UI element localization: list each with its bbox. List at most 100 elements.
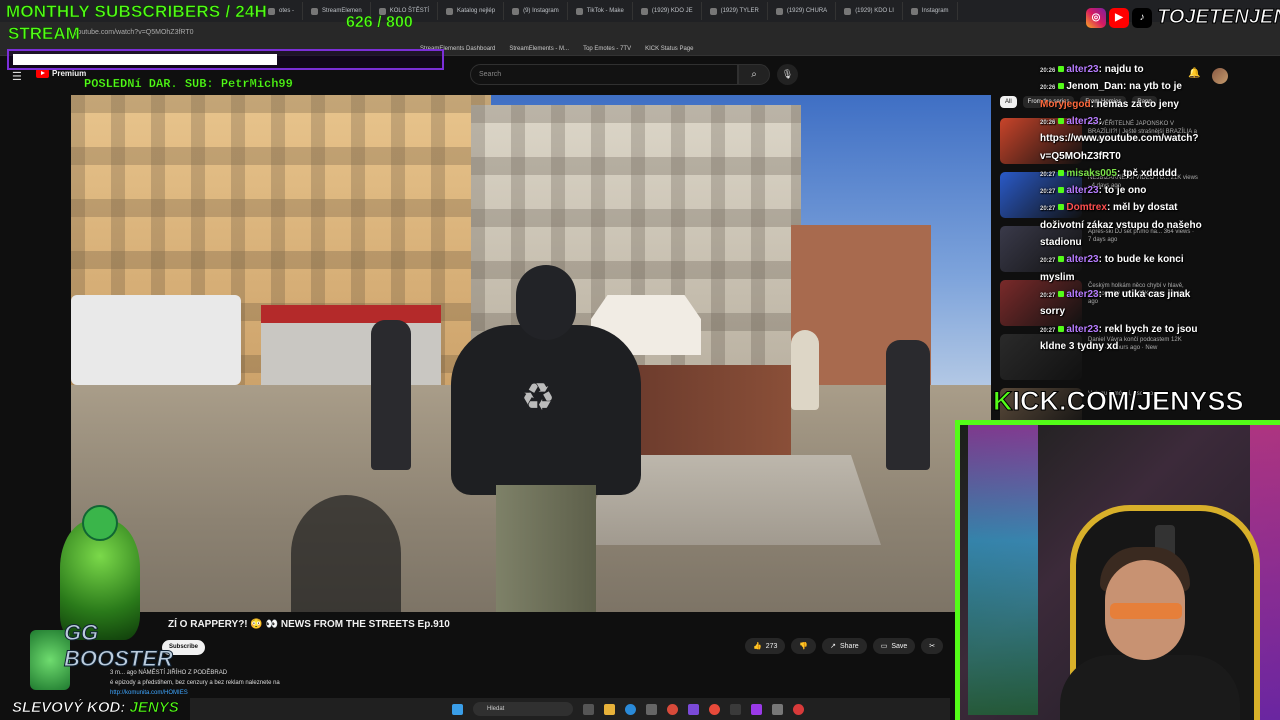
discord-icon[interactable] <box>688 703 699 715</box>
chat-message: Moryjegod: nemas za co jeny <box>1040 99 1280 111</box>
video-description[interactable]: 3 m... ago NÁMĚSTÍ JIŘÍHO Z PODĚBRAD é e… <box>110 668 510 698</box>
bookmark-item[interactable]: StreamElements - M... <box>509 46 569 52</box>
edge-icon[interactable] <box>625 703 636 715</box>
browser-tab-label: (1929) KDO JE <box>651 8 693 14</box>
video-bystander <box>791 330 819 410</box>
share-button[interactable]: ↗ Share <box>822 638 867 654</box>
video-actions: 👍 273 👎 ↗ Share ▭ Save ✂ <box>745 638 944 654</box>
chat-message: 20:26 alter23: <box>1040 116 1280 129</box>
video-food-truck <box>261 305 441 385</box>
app-icon[interactable] <box>751 703 762 715</box>
chat-text: : nemas za co jeny <box>1090 98 1179 110</box>
app-icon[interactable] <box>772 703 783 715</box>
browser-tab[interactable]: Katalog nejlép <box>438 2 505 20</box>
chat-text: sorry <box>1040 306 1066 318</box>
chat-message: 20:27 Domtrex: měl by dostat <box>1040 202 1280 215</box>
discount-code-banner: SLEVOVÝ KOD: JENYS <box>12 699 179 717</box>
filter-chip[interactable]: All <box>1000 96 1017 108</box>
task-view-icon[interactable] <box>583 703 594 715</box>
chat-text: myslim <box>1040 271 1075 283</box>
youtube-logo-label: Premium <box>52 69 87 78</box>
browser-tab[interactable]: Instagram <box>903 2 958 20</box>
youtube-icon <box>709 7 717 15</box>
like-button[interactable]: 👍 273 <box>745 638 786 654</box>
browser-tab[interactable]: (1929) KDO JE <box>633 2 702 20</box>
microphone-icon: 🎙 <box>781 69 794 79</box>
chat-text: v=Q5MOhZ3fRT0 <box>1040 150 1121 162</box>
browser-tab-label: (1929) KDO LI <box>855 8 894 14</box>
menu-icon[interactable]: ☰ <box>12 70 22 83</box>
tiktok-icon: ♪ <box>1132 7 1152 28</box>
browser-tab[interactable]: (1929) KDO LI <box>836 2 903 20</box>
voice-search-button[interactable]: 🎙 <box>777 64 798 85</box>
app-icon[interactable] <box>646 703 657 715</box>
dislike-button[interactable]: 👎 <box>791 638 817 654</box>
search-icon: ⌕ <box>751 69 757 80</box>
sub-goal-subtitle: STREAM <box>8 24 80 44</box>
youtube-logo[interactable]: Premium <box>36 69 86 78</box>
clip-button[interactable]: ✂ <box>921 638 944 654</box>
browser-tab-label: (1929) CHURA <box>786 8 828 14</box>
chat-timestamp: 20:27 <box>1040 206 1056 213</box>
app-icon[interactable] <box>730 703 741 715</box>
app-icon[interactable] <box>709 703 720 715</box>
chrome-icon[interactable] <box>667 703 678 715</box>
bookmark-item[interactable]: Top Emotes - 7TV <box>583 46 631 52</box>
video-bystander <box>886 340 930 470</box>
chat-text: : najdu to <box>1098 64 1144 75</box>
browser-tab[interactable]: (9) Instagram <box>504 2 568 20</box>
instagram-icon <box>910 7 918 15</box>
chat-badge-icon <box>1058 187 1065 194</box>
chat-username: alter23 <box>1066 288 1099 300</box>
chat-message: stadionu <box>1040 237 1280 249</box>
taskbar-search[interactable]: Hledat <box>473 702 573 716</box>
bookmark-item[interactable]: KICK Status Page <box>645 46 693 52</box>
browser-tab-label: TikTok - Make <box>586 8 624 14</box>
social-handle: TOJETENJENYS <box>1156 6 1280 29</box>
save-button[interactable]: ▭ Save <box>872 638 916 654</box>
browser-tab[interactable]: (1929) CHURA <box>768 2 837 20</box>
chat-username: alter23 <box>1066 254 1099 266</box>
search-input[interactable]: Search <box>470 64 738 85</box>
chat-text: : na ytb to je <box>1123 81 1182 93</box>
windows-taskbar: Hledat <box>190 698 950 720</box>
video-player[interactable]: ♻ <box>71 95 991 612</box>
sub-goal-progress-bar <box>7 49 444 70</box>
sub-goal-progress-fill <box>13 54 278 65</box>
youtube-icon <box>844 7 852 15</box>
chat-badge-icon <box>1058 290 1065 297</box>
chat-badge-icon <box>1058 169 1065 176</box>
description-link[interactable]: http://komunita.com/HOMIES <box>110 688 510 698</box>
recommendation-thumbnail[interactable] <box>1000 280 1082 326</box>
app-icon[interactable] <box>793 703 804 715</box>
file-explorer-icon[interactable] <box>604 703 615 715</box>
orange-glasses <box>1110 603 1182 619</box>
chat-badge-icon <box>1058 66 1065 72</box>
chat-message: 20:27 alter23: to je ono <box>1040 185 1280 198</box>
chat-text: : měl by dostat <box>1106 202 1178 214</box>
browser-tab[interactable]: (1929) TYLER <box>702 2 768 20</box>
chat-message: 20:27 alter23: me utika cas jinak <box>1040 289 1280 302</box>
chat-message: https://www.youtube.com/watch? <box>1040 133 1280 145</box>
chat-username: alter23 <box>1066 323 1099 335</box>
browser-tab[interactable]: TikTok - Make <box>568 2 633 20</box>
sponsor-mascot: GG BOOSTER <box>30 500 173 695</box>
chat-text: kldne 3 tydny xd <box>1040 340 1119 352</box>
discount-code-label: SLEVOVÝ KOD: <box>12 699 130 717</box>
url-text[interactable]: youtube.com/watch?v=Q5MOhZ3fRT0 <box>74 29 194 36</box>
video-monument <box>621 365 791 465</box>
search-button[interactable]: ⌕ <box>738 64 770 85</box>
youtube-icon <box>775 7 783 15</box>
chat-badge-icon <box>1058 83 1065 90</box>
chat-message: sorry <box>1040 306 1280 318</box>
sub-goal-counter: 626 / 800 <box>346 14 413 32</box>
chat-timestamp: 20:27 <box>1040 258 1056 265</box>
save-label: Save <box>891 642 908 650</box>
thumbs-down-icon: 👎 <box>799 643 809 650</box>
thumbs-up-icon: 👍 <box>753 643 762 650</box>
windows-start-icon[interactable] <box>452 703 463 715</box>
chat-username: alter23 <box>1066 115 1099 127</box>
discount-code-value: JENYS <box>129 699 179 717</box>
search-placeholder: Search <box>479 71 502 78</box>
chat-text: : to bude ke konci <box>1098 254 1184 266</box>
